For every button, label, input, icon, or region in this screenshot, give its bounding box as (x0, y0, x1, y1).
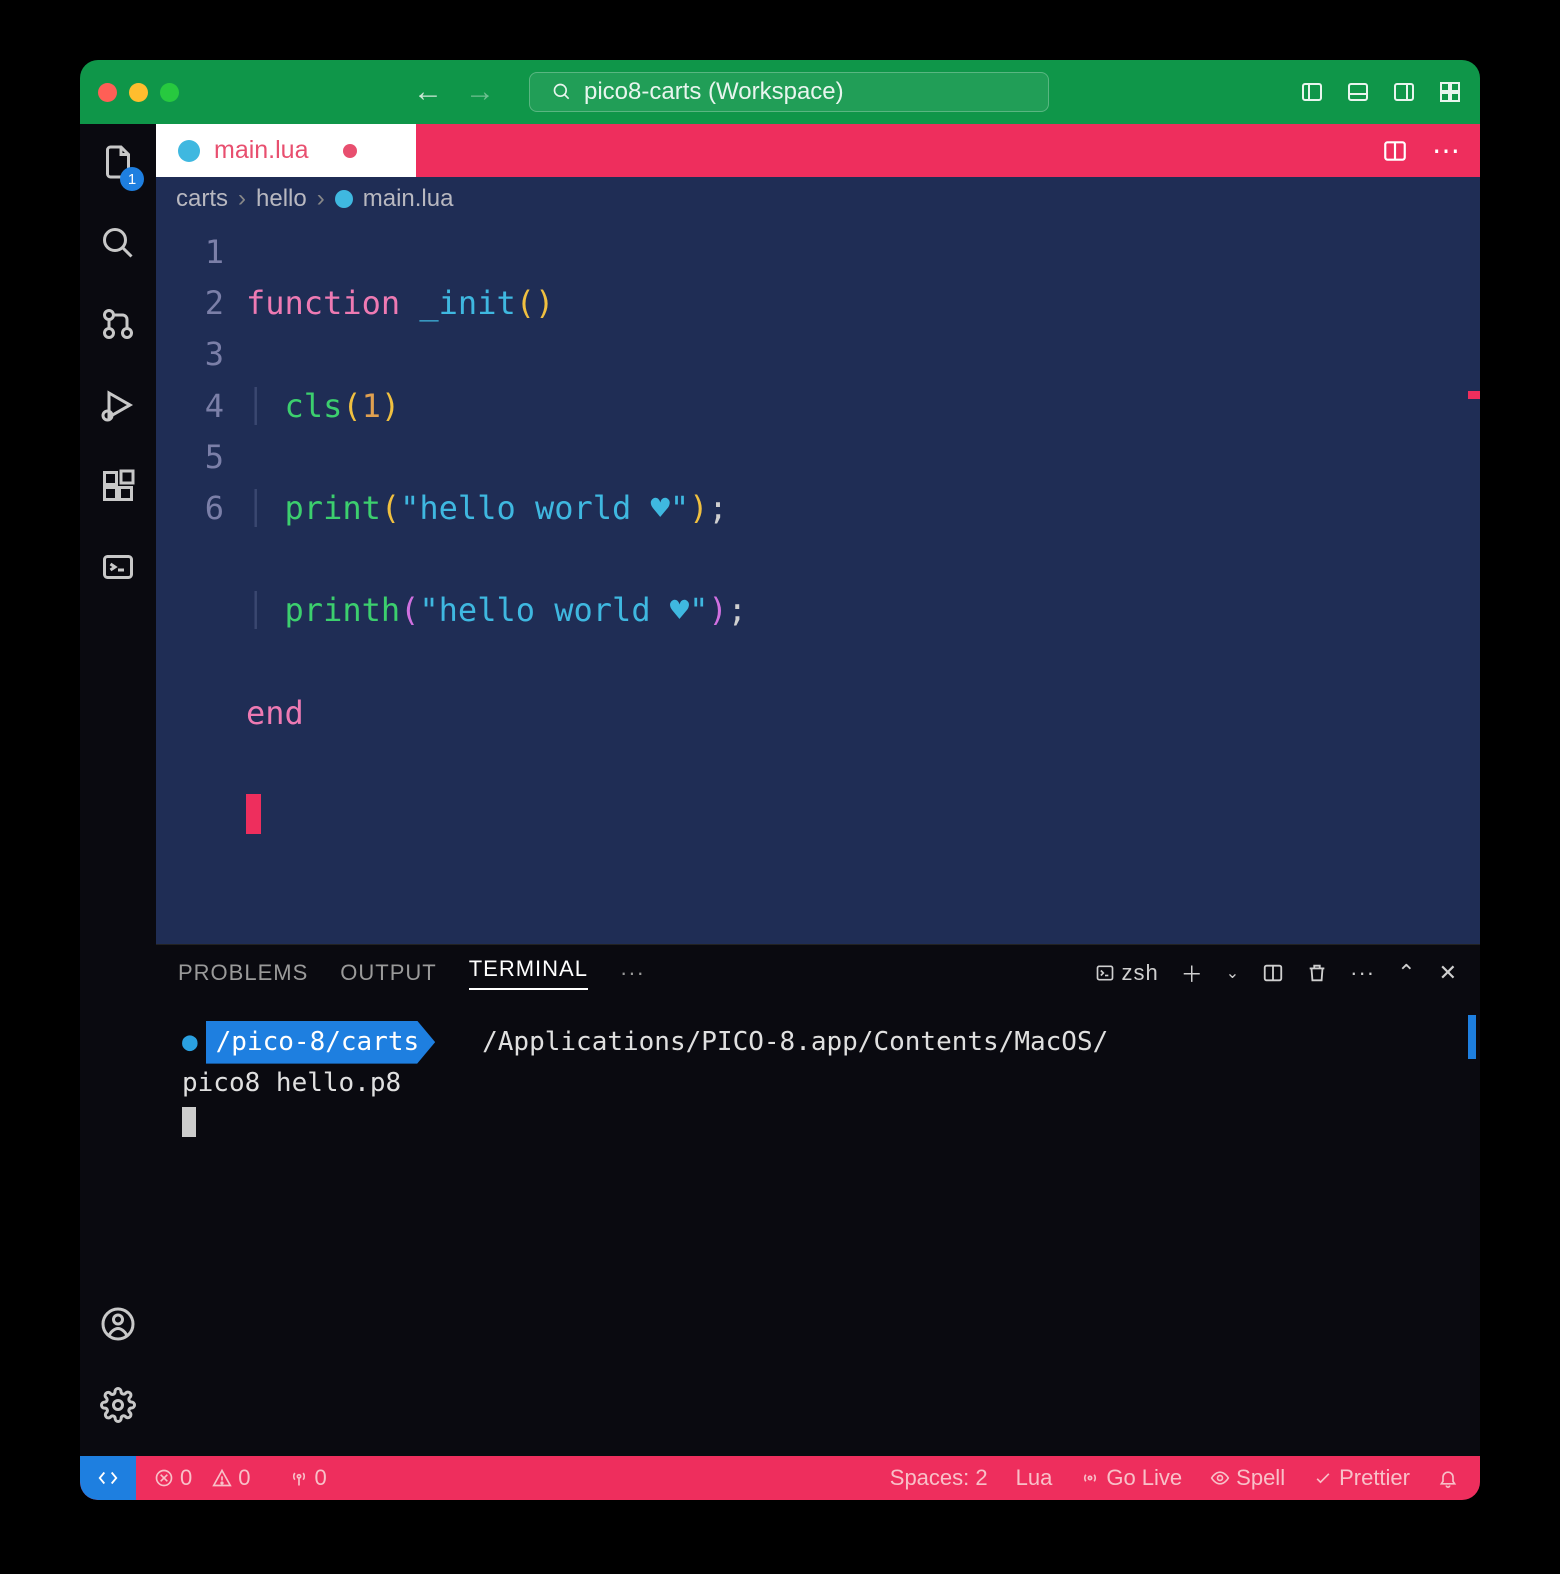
editor-cursor (246, 794, 261, 834)
terminal-shell-picker[interactable]: zsh (1095, 960, 1158, 986)
breadcrumb-seg[interactable]: hello (256, 185, 307, 213)
lua-file-icon (335, 190, 353, 208)
panel-tabs: PROBLEMS OUTPUT TERMINAL ··· zsh ＋ ⌄ ··· (156, 945, 1480, 1001)
workbench-body: 1 (80, 124, 1480, 1456)
lua-file-icon (178, 140, 200, 162)
warnings-count[interactable]: 0 (212, 1465, 250, 1491)
line-number: 4 (156, 381, 224, 432)
titlebar-right (1300, 80, 1462, 104)
ports-count[interactable]: 0 (289, 1465, 327, 1491)
terminal-command-part: pico8 hello.p8 (182, 1064, 1454, 1103)
explorer-tab[interactable]: 1 (100, 144, 136, 185)
zoom-window-button[interactable] (160, 83, 179, 102)
settings-button[interactable] (100, 1387, 136, 1428)
bottom-panel: PROBLEMS OUTPUT TERMINAL ··· zsh ＋ ⌄ ··· (156, 944, 1480, 1456)
terminal-icon (1095, 963, 1115, 983)
line-gutter: 1 2 3 4 5 6 (156, 221, 246, 944)
radio-tower-icon (289, 1468, 309, 1488)
chevron-right-icon: › (317, 185, 325, 213)
extensions-tab[interactable] (100, 468, 136, 509)
prompt-indicator-icon: ● (182, 1027, 198, 1057)
tab-label: main.lua (214, 136, 309, 165)
panel-more-button[interactable]: ··· (1350, 960, 1375, 986)
remote-icon (97, 1467, 119, 1489)
source-control-tab[interactable] (100, 306, 136, 347)
panel-tab-terminal[interactable]: TERMINAL (469, 956, 588, 990)
spell-button[interactable]: Spell (1210, 1465, 1285, 1491)
titlebar: ← → pico8-carts (Workspace) (80, 60, 1480, 124)
prettier-button[interactable]: Prettier (1313, 1465, 1410, 1491)
code-content[interactable]: function _init() │ cls(1) │ print("hello… (246, 221, 747, 944)
tab-actions: ⋯ (1382, 124, 1480, 177)
line-number: 5 (156, 432, 224, 483)
line-number: 1 (156, 227, 224, 278)
panel-tab-output[interactable]: OUTPUT (340, 960, 436, 986)
activity-bar: 1 (80, 124, 156, 1456)
tab-more-button[interactable]: ⋯ (1432, 134, 1460, 167)
command-center-label: pico8-carts (Workspace) (584, 78, 844, 106)
customize-layout-icon[interactable] (1438, 80, 1462, 104)
split-editor-icon[interactable] (1382, 138, 1408, 164)
editor-column: main.lua ⋯ carts › hello › main.lua (156, 124, 1480, 1456)
eye-icon (1210, 1468, 1230, 1488)
accounts-button[interactable] (100, 1306, 136, 1347)
broadcast-icon (1080, 1468, 1100, 1488)
nav-back-button[interactable]: ← (413, 75, 443, 109)
layout-panel-icon[interactable] (1346, 80, 1370, 104)
run-debug-tab[interactable] (100, 387, 136, 428)
bell-icon[interactable] (1438, 1468, 1458, 1488)
vscode-window: ← → pico8-carts (Workspace) 1 (80, 60, 1480, 1500)
go-live-button[interactable]: Go Live (1080, 1465, 1182, 1491)
line-number: 6 (156, 483, 224, 534)
errors-count[interactable]: 0 (154, 1465, 192, 1491)
spaces-indicator[interactable]: Spaces: 2 (890, 1465, 988, 1491)
terminal-cursor (182, 1107, 196, 1137)
close-window-button[interactable] (98, 83, 117, 102)
warning-icon (212, 1468, 232, 1488)
terminal-command-part: /Applications/PICO-8.app/Contents/MacOS/ (482, 1027, 1108, 1057)
remote-button[interactable] (80, 1456, 136, 1500)
breadcrumb-seg[interactable]: carts (176, 185, 228, 213)
panel-close-button[interactable]: ✕ (1439, 960, 1458, 986)
line-number: 3 (156, 329, 224, 380)
nav-forward-button[interactable]: → (465, 75, 495, 109)
remote-explorer-tab[interactable] (100, 549, 136, 590)
minimize-window-button[interactable] (129, 83, 148, 102)
error-icon (154, 1468, 174, 1488)
window-controls (98, 83, 179, 102)
panel-tab-problems[interactable]: PROBLEMS (178, 960, 308, 986)
line-number: 2 (156, 278, 224, 329)
new-terminal-button[interactable]: ＋ (1181, 957, 1204, 989)
language-mode[interactable]: Lua (1016, 1465, 1053, 1491)
layout-sidebar-right-icon[interactable] (1392, 80, 1416, 104)
terminal-dropdown-button[interactable]: ⌄ (1226, 963, 1240, 983)
breadcrumb[interactable]: carts › hello › main.lua (156, 177, 1480, 221)
overview-ruler-mark (1468, 391, 1480, 399)
panel-tab-more[interactable]: ··· (620, 960, 645, 986)
search-tab[interactable] (100, 225, 136, 266)
command-center[interactable]: pico8-carts (Workspace) (529, 72, 1049, 112)
layout-sidebar-left-icon[interactable] (1300, 80, 1324, 104)
check-icon (1313, 1468, 1333, 1488)
explorer-badge: 1 (120, 167, 144, 191)
breadcrumb-seg[interactable]: main.lua (363, 185, 454, 213)
dirty-indicator-icon (343, 144, 357, 158)
status-bar: 0 0 0 Spaces: 2 Lua Go Live Spell (80, 1456, 1480, 1500)
panel-maximize-button[interactable]: ⌃ (1397, 960, 1416, 986)
search-icon (552, 82, 572, 102)
terminal-scrollbar[interactable] (1468, 1015, 1476, 1059)
chevron-right-icon: › (238, 185, 246, 213)
split-terminal-icon[interactable] (1262, 962, 1284, 984)
code-editor[interactable]: 1 2 3 4 5 6 function _init() │ cls(1) │ … (156, 221, 1480, 944)
nav-arrows: ← → (413, 75, 495, 109)
tab-bar: main.lua ⋯ (156, 124, 1480, 177)
trash-icon[interactable] (1306, 962, 1328, 984)
tab-main-lua[interactable]: main.lua (156, 124, 416, 177)
prompt-path: /pico-8/carts (206, 1021, 436, 1064)
terminal-view[interactable]: ● /pico-8/carts /Applications/PICO-8.app/… (156, 1001, 1480, 1456)
